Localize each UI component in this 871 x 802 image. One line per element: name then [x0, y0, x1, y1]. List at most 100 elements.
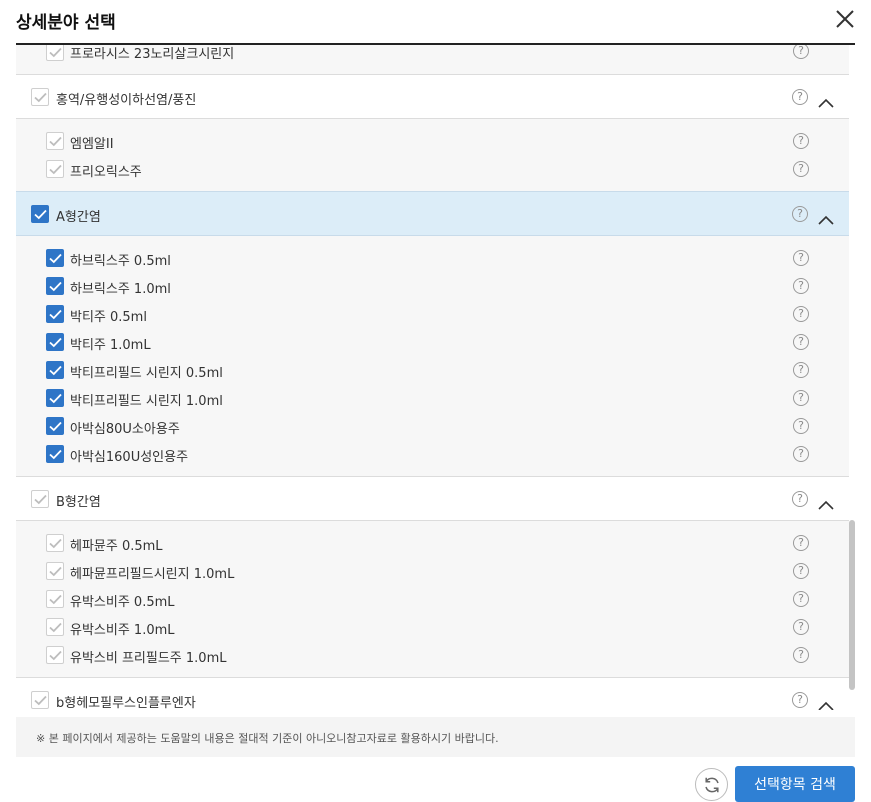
checkmark-icon — [49, 622, 62, 633]
checkbox[interactable] — [46, 277, 64, 295]
help-icon[interactable]: ? — [793, 362, 809, 378]
group-header[interactable]: B형간염? — [16, 476, 849, 521]
group-items: 엠엠알II? 프리오릭스주? — [16, 119, 849, 191]
list-item[interactable]: 프로라시스 23노리살크시린지? — [16, 45, 849, 75]
checkmark-icon — [49, 47, 62, 58]
list-item[interactable]: 유박스비 프리필드주 1.0mL? — [16, 643, 849, 671]
help-icon[interactable]: ? — [793, 334, 809, 350]
help-icon[interactable]: ? — [793, 535, 809, 551]
checkbox[interactable] — [46, 361, 64, 379]
scrollbar[interactable] — [849, 520, 855, 690]
help-icon[interactable]: ? — [793, 133, 809, 149]
help-icon[interactable]: ? — [792, 491, 808, 507]
group-header[interactable]: b형헤모필루스인플루엔자? — [16, 677, 849, 710]
checkmark-icon — [49, 164, 62, 175]
checkbox[interactable] — [46, 160, 64, 178]
checkmark-icon — [49, 309, 62, 320]
help-icon[interactable]: ? — [792, 89, 808, 105]
group-items: 헤파뮨주 0.5mL? 헤파뮨프리필드시린지 1.0mL? 유박스비주 0.5mL?… — [16, 521, 849, 677]
help-icon[interactable]: ? — [793, 647, 809, 663]
list-item[interactable]: 아박심160U성인용주? — [16, 442, 849, 470]
checkbox[interactable] — [46, 389, 64, 407]
checkmark-icon — [34, 209, 47, 220]
chevron-up-icon[interactable] — [818, 93, 834, 108]
list-item[interactable]: 박티프리필드 시린지 1.0ml? — [16, 386, 849, 414]
help-icon[interactable]: ? — [793, 619, 809, 635]
checkbox[interactable] — [46, 333, 64, 351]
checkbox[interactable] — [31, 490, 49, 508]
help-icon[interactable]: ? — [793, 45, 809, 59]
list-item[interactable]: 박티프리필드 시린지 0.5ml? — [16, 358, 849, 386]
help-icon[interactable]: ? — [793, 591, 809, 607]
checkbox[interactable] — [31, 205, 49, 223]
checkmark-icon — [49, 421, 62, 432]
help-icon[interactable]: ? — [793, 390, 809, 406]
page-title: 상세분야 선택 — [16, 13, 116, 33]
help-icon[interactable]: ? — [792, 206, 808, 222]
checkbox[interactable] — [46, 305, 64, 323]
help-icon[interactable]: ? — [793, 278, 809, 294]
checkmark-icon — [49, 281, 62, 292]
item-label: 박티주 0.5ml — [70, 310, 147, 325]
checkbox[interactable] — [46, 445, 64, 463]
help-icon[interactable]: ? — [793, 446, 809, 462]
list-item[interactable]: 엠엠알II? — [16, 129, 849, 157]
item-label: 아박심160U성인용주 — [70, 450, 189, 465]
checkbox[interactable] — [46, 618, 64, 636]
checkmark-icon — [49, 365, 62, 376]
item-label: 유박스비주 0.5mL — [70, 595, 175, 610]
list-item[interactable]: 프리오릭스주? — [16, 157, 849, 185]
group-items: 하브릭스주 0.5ml? 하브릭스주 1.0ml? 박티주 0.5ml? 박티주 1.… — [16, 236, 849, 476]
list-item[interactable]: 하브릭스주 0.5ml? — [16, 246, 849, 274]
checkbox[interactable] — [31, 691, 49, 709]
help-icon[interactable]: ? — [792, 692, 808, 708]
group-header[interactable]: 홍역/유행성이하선염/풍진? — [16, 74, 849, 119]
category-list[interactable]: 프로라시스 23노리살크시린지? 홍역/유행성이하선염/풍진? 엠엠알II? 프리오릭… — [16, 45, 855, 710]
checkbox[interactable] — [46, 249, 64, 267]
checkbox[interactable] — [46, 534, 64, 552]
help-icon[interactable]: ? — [793, 563, 809, 579]
close-icon[interactable] — [835, 9, 855, 29]
chevron-up-icon[interactable] — [818, 696, 834, 710]
checkmark-icon — [49, 650, 62, 661]
item-label: 프리오릭스주 — [70, 165, 142, 180]
item-label: 박티프리필드 시린지 0.5ml — [70, 366, 223, 381]
checkmark-icon — [49, 594, 62, 605]
checkbox[interactable] — [46, 562, 64, 580]
list-item[interactable]: 하브릭스주 1.0ml? — [16, 274, 849, 302]
list-item[interactable]: 헤파뮨주 0.5mL? — [16, 531, 849, 559]
item-label: 박티주 1.0mL — [70, 338, 151, 353]
checkbox[interactable] — [46, 646, 64, 664]
list-item[interactable]: 유박스비주 1.0mL? — [16, 615, 849, 643]
checkbox[interactable] — [46, 132, 64, 150]
help-icon[interactable]: ? — [793, 418, 809, 434]
checkmark-icon — [34, 494, 47, 505]
group-label: 홍역/유행성이하선염/풍진 — [56, 93, 197, 108]
reset-button[interactable] — [695, 768, 728, 801]
checkbox[interactable] — [46, 590, 64, 608]
help-icon[interactable]: ? — [793, 250, 809, 266]
notice-text: ※ 본 페이지에서 제공하는 도움말의 내용은 절대적 기준이 아니오니참고자료… — [36, 732, 499, 745]
checkbox[interactable] — [31, 88, 49, 106]
search-selected-button[interactable]: 선택항목 검색 — [735, 766, 855, 802]
group-header[interactable]: A형간염? — [16, 191, 849, 236]
item-label: 프로라시스 23노리살크시린지 — [70, 47, 235, 62]
help-icon[interactable]: ? — [793, 161, 809, 177]
list-item[interactable]: 박티주 1.0mL? — [16, 330, 849, 358]
checkmark-icon — [34, 92, 47, 103]
list-item[interactable]: 박티주 0.5ml? — [16, 302, 849, 330]
checkmark-icon — [49, 538, 62, 549]
help-notice: ※ 본 페이지에서 제공하는 도움말의 내용은 절대적 기준이 아니오니참고자료… — [16, 717, 855, 757]
checkbox[interactable] — [46, 45, 64, 61]
help-icon[interactable]: ? — [793, 306, 809, 322]
list-item[interactable]: 유박스비주 0.5mL? — [16, 587, 849, 615]
item-label: 박티프리필드 시린지 1.0ml — [70, 394, 223, 409]
chevron-up-icon[interactable] — [818, 495, 834, 510]
checkmark-icon — [49, 337, 62, 348]
checkbox[interactable] — [46, 417, 64, 435]
list-item[interactable]: 헤파뮨프리필드시린지 1.0mL? — [16, 559, 849, 587]
checkmark-icon — [49, 393, 62, 404]
chevron-up-icon[interactable] — [818, 210, 834, 225]
item-label: 하브릭스주 0.5ml — [70, 254, 171, 269]
list-item[interactable]: 아박심80U소아용주? — [16, 414, 849, 442]
